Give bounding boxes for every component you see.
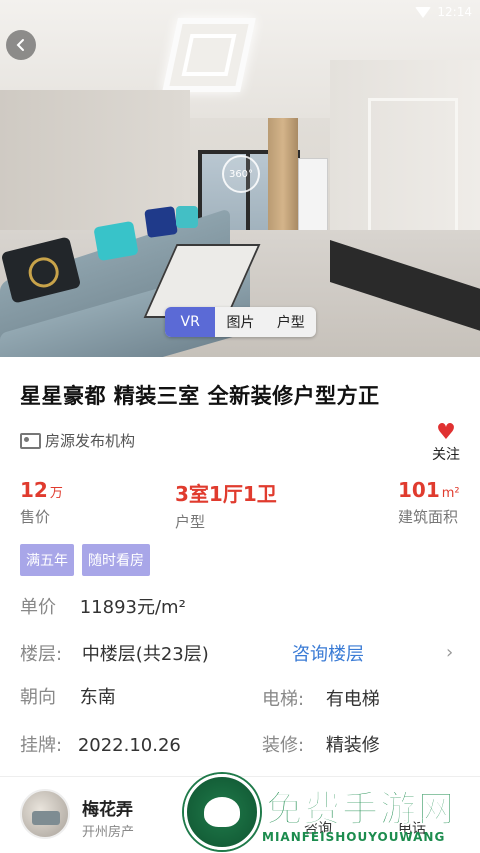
follow-button[interactable]: ♥ 关注: [428, 422, 464, 464]
stat-price: 12 万 售价: [20, 478, 63, 527]
floor-value: 中楼层(共23层): [81, 644, 209, 665]
wall-panel: [368, 98, 458, 248]
area-label: 建筑面积: [398, 508, 459, 526]
orientation-label: 朝向: [20, 687, 56, 708]
pillow-navy: [144, 206, 178, 238]
ceiling-light: [162, 18, 256, 92]
area-unit: m²: [441, 486, 460, 501]
status-bar: 12:14: [415, 3, 472, 21]
status-time: 12:14: [437, 5, 472, 19]
chevron-right-icon[interactable]: ›: [446, 642, 453, 663]
id-card-icon: [20, 432, 41, 449]
agent-avatar[interactable]: [20, 789, 70, 839]
media-tabs: VR 图片 户型: [165, 307, 316, 337]
follow-label: 关注: [432, 447, 460, 463]
listing-hero-photo[interactable]: 360° 12:14 VR 图片 户型: [0, 0, 480, 357]
floor-row: 楼层: 中楼层(共23层): [20, 640, 209, 666]
chevron-left-icon: [16, 39, 24, 51]
watermark-logo-icon: [184, 774, 260, 850]
price-unit: 万: [49, 486, 63, 501]
elevator-label: 电梯:: [262, 689, 305, 710]
stat-area: 101 m² 建筑面积: [398, 478, 460, 527]
agency-link[interactable]: 房源发布机构: [20, 430, 135, 451]
tab-floorplan[interactable]: 户型: [266, 307, 316, 337]
unit-price-value: 11893元/m²: [79, 597, 186, 618]
watermark-subtext: MIANFEISHOUYOUWANG: [262, 830, 446, 844]
unit-price-label: 单价: [20, 597, 56, 618]
curtain: [268, 118, 298, 248]
elevator-value: 有电梯: [325, 689, 380, 710]
decoration-label: 装修:: [262, 735, 305, 756]
decoration-value: 精装修: [325, 735, 380, 756]
listed-label: 挂牌:: [20, 735, 63, 756]
pillow-teal-small: [176, 206, 198, 228]
wifi-icon: [415, 6, 432, 18]
tab-photos[interactable]: 图片: [215, 307, 265, 337]
layout-value: 3室1厅1卫: [175, 482, 277, 506]
watermark-text: 免费手游网: [265, 789, 457, 831]
unit-price-row: 单价 11893元/m²: [20, 593, 186, 619]
decoration-row: 装修: 精装修: [262, 731, 380, 757]
layout-label: 户型: [175, 513, 206, 531]
divider: [0, 776, 480, 777]
back-button[interactable]: [6, 30, 36, 60]
feature-tags: 满五年 随时看房: [20, 544, 150, 576]
tab-vr[interactable]: VR: [165, 307, 216, 337]
pillow-teal: [93, 220, 139, 262]
tag-over-five-years: 满五年: [20, 544, 74, 576]
agent-name[interactable]: 梅花弄: [82, 795, 133, 820]
listed-row: 挂牌: 2022.10.26: [20, 731, 181, 757]
key-stats: 12 万 售价 3室1厅1卫 户型 101 m² 建筑面积: [20, 478, 460, 532]
listing-title: 星星豪都 精装三室 全新装修户型方正: [20, 384, 380, 408]
vr-360-icon[interactable]: 360°: [222, 155, 260, 193]
agency-label: 房源发布机构: [45, 432, 136, 450]
area-value: 101: [398, 478, 440, 502]
orientation-row: 朝向 东南: [20, 683, 116, 709]
price-value: 12: [20, 478, 48, 502]
elevator-row: 电梯: 有电梯: [262, 685, 380, 711]
heart-icon: ♥: [436, 420, 456, 445]
orientation-value: 东南: [79, 687, 116, 708]
agent-company: 开州房产: [82, 825, 135, 840]
floor-label: 楼层:: [20, 644, 63, 665]
price-label: 售价: [20, 508, 51, 526]
consult-floor-link[interactable]: 咨询楼层: [292, 640, 364, 666]
stat-layout: 3室1厅1卫 户型: [175, 478, 277, 532]
tag-anytime-viewing: 随时看房: [82, 544, 150, 576]
listed-value: 2022.10.26: [77, 735, 181, 756]
